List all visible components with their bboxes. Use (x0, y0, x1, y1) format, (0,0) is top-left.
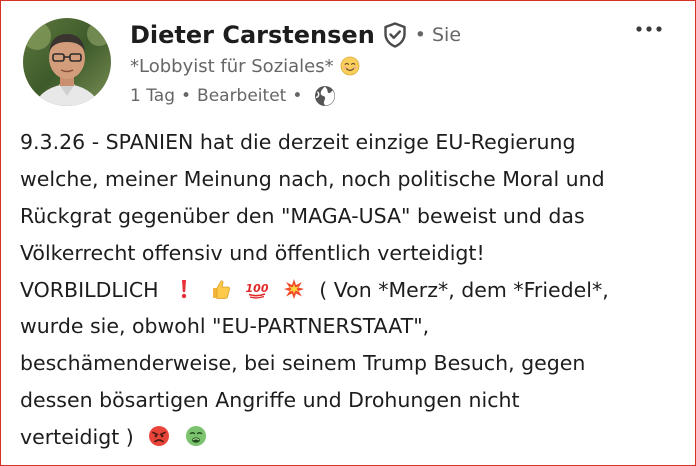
collision-icon (283, 278, 305, 300)
post-line: VORBILDLICH 100 ( Von *Merz*, dem *Fried… (20, 272, 680, 309)
post-text: 9.3.26 - SPANIEN hat die derzeit einzige… (20, 124, 680, 456)
svg-text:100: 100 (246, 282, 268, 295)
post-line: beschämenderweise, bei seinem Trump Besu… (20, 351, 586, 376)
author-name[interactable]: Dieter Carstensen (130, 21, 375, 49)
angry-face-icon (148, 425, 170, 447)
avatar-photo (23, 18, 111, 106)
bullet-separator: • (181, 86, 192, 106)
bullet-separator: • (292, 86, 303, 106)
verified-shield-icon (383, 22, 407, 48)
post-line: verteidigt ) (20, 419, 680, 456)
post-line: wurde sie, obwohl "EU-PARTNERSTAAT", (20, 314, 430, 339)
globe-icon (314, 85, 336, 107)
hundred-points-icon: 100 (246, 278, 268, 300)
exclamation-icon (173, 278, 195, 300)
author-headline: *Lobbyist für Soziales* (130, 55, 334, 77)
post-line: 9.3.26 - SPANIEN hat die derzeit einzige… (20, 130, 576, 154)
post-line: Völkerrecht offensiv und öffentlich vert… (20, 240, 485, 265)
post-meta-row: 1 Tag • Bearbeitet • (130, 83, 336, 109)
connection-degree: Sie (432, 24, 462, 46)
post-line: Rückgrat gegenüber den "MAGA-USA" beweis… (20, 203, 585, 228)
post-line-text: ( Von *Merz*, dem *Friedel*, (319, 277, 609, 302)
nauseated-face-icon (185, 425, 207, 447)
more-options-button[interactable] (632, 18, 666, 40)
thumbs-up-icon (210, 278, 232, 300)
post-line-text: VORBILDLICH (20, 277, 159, 302)
avatar[interactable] (23, 18, 111, 106)
post-line: dessen bösartigen Angriffe und Drohungen… (20, 388, 520, 413)
smiling-face-icon (340, 56, 360, 76)
post-time: 1 Tag (130, 86, 175, 106)
post-line: welche, meiner Meinung nach, noch politi… (20, 166, 605, 191)
edited-label: Bearbeitet (197, 86, 287, 106)
ellipsis-icon (636, 26, 662, 32)
bullet-separator: • (414, 24, 426, 46)
author-headline-row: *Lobbyist für Soziales* (130, 52, 360, 80)
author-row: Dieter Carstensen • Sie (130, 18, 461, 52)
post-line-text: verteidigt ) (20, 425, 134, 450)
